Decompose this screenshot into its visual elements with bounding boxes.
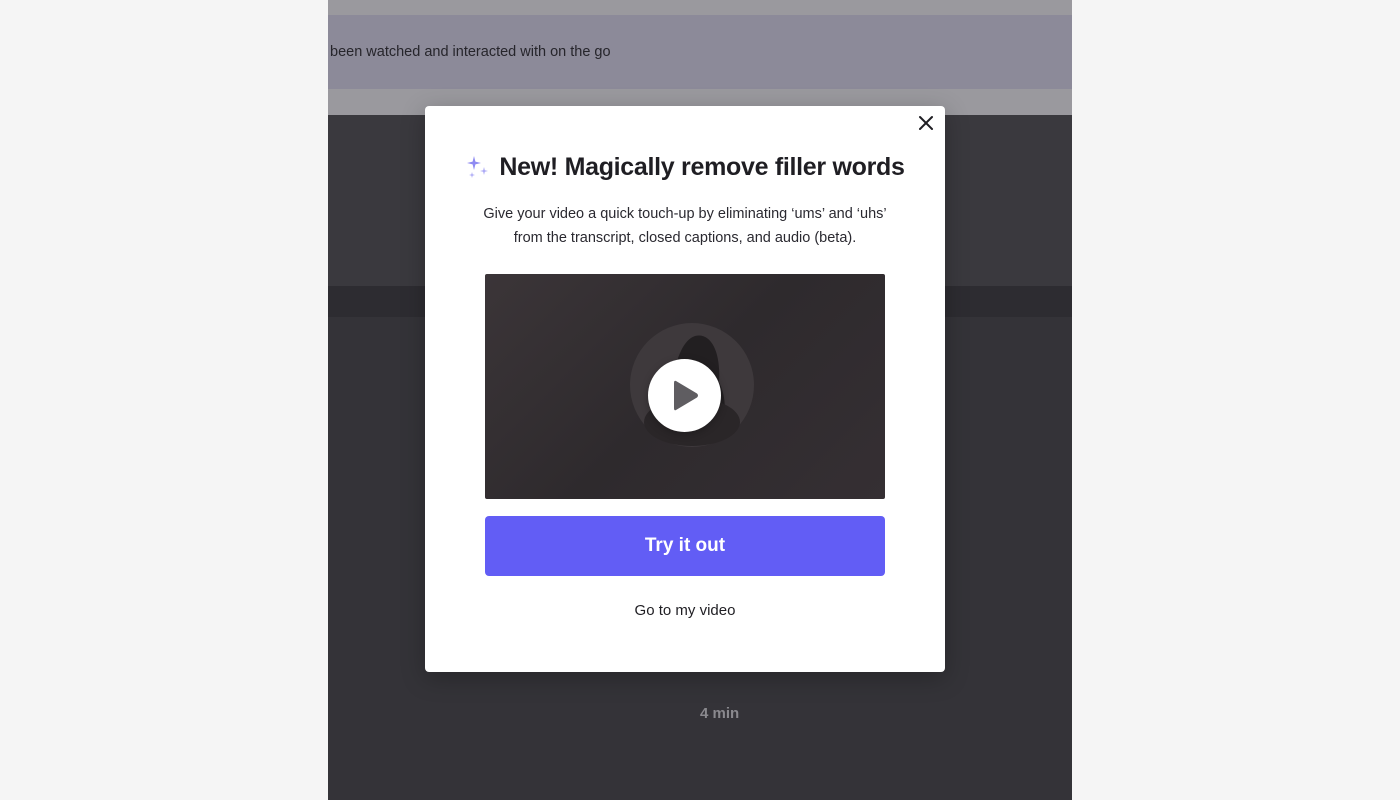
play-button[interactable]	[648, 359, 721, 432]
play-icon	[674, 380, 698, 411]
close-button[interactable]	[915, 112, 937, 134]
app-top-strip	[328, 0, 1072, 15]
modal-description: Give your video a quick touch-up by elim…	[483, 206, 887, 246]
sparkle-icon	[467, 156, 489, 178]
close-icon	[919, 116, 933, 130]
go-to-my-video-link[interactable]: Go to my video	[425, 602, 945, 619]
page-margin-left	[0, 0, 328, 800]
info-banner: been watched and interacted with on the …	[328, 15, 1072, 89]
demo-video-preview[interactable]	[485, 274, 885, 499]
feature-announcement-modal: New! Magically remove filler words Give …	[425, 106, 945, 672]
modal-title: New! Magically remove filler words	[499, 152, 905, 181]
video-duration: 4 min	[700, 705, 740, 722]
info-banner-text: been watched and interacted with on the …	[330, 44, 611, 60]
page-margin-right	[1072, 0, 1400, 800]
try-it-out-button[interactable]: Try it out	[485, 516, 885, 576]
screen: been watched and interacted with on the …	[0, 0, 1400, 800]
modal-header: New! Magically remove filler words	[425, 150, 945, 184]
